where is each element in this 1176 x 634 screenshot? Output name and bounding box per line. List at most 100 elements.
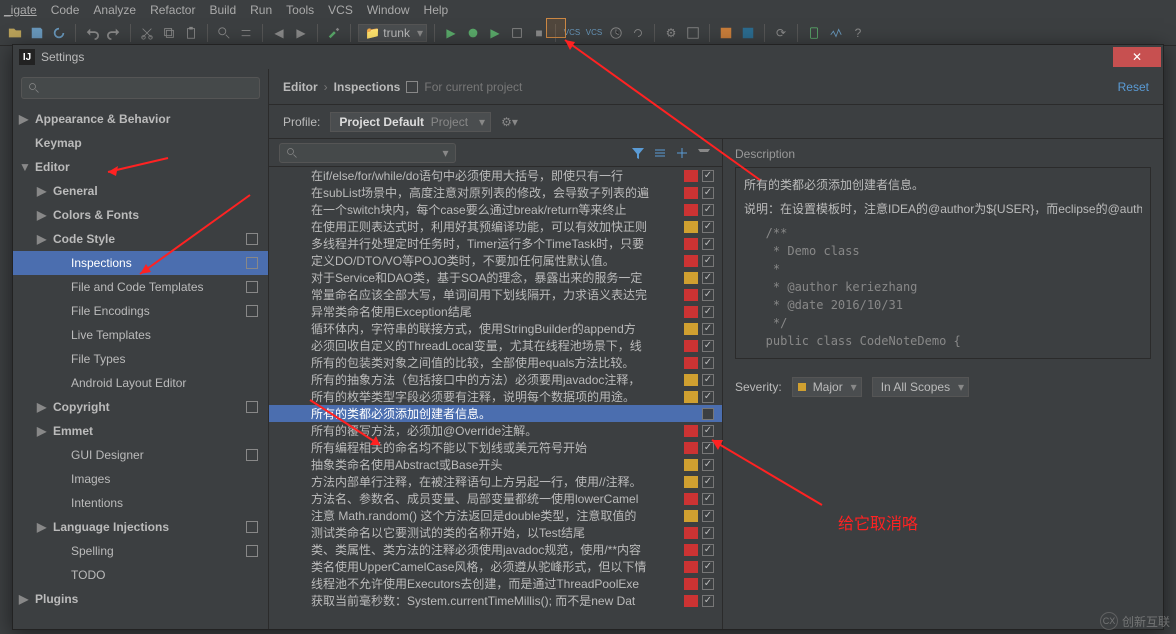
refresh-icon[interactable] (50, 24, 68, 42)
open-icon[interactable] (6, 24, 24, 42)
inspection-row[interactable]: 所有的包装类对象之间值的比较，全部使用equals方法比较。 (269, 354, 722, 371)
inspection-row[interactable]: 注意 Math.random() 这个方法返回是double类型，注意取值的 (269, 507, 722, 524)
nav-item-plugins[interactable]: ▶Plugins (13, 587, 268, 611)
crumb-editor[interactable]: Editor (283, 80, 318, 94)
nav-item-android-layout-editor[interactable]: Android Layout Editor (13, 371, 268, 395)
inspection-row[interactable]: 在subList场景中，高度注意对原列表的修改，会导致子列表的遍 (269, 184, 722, 201)
filter-icon[interactable] (630, 145, 646, 161)
inspection-checkbox[interactable] (702, 510, 714, 522)
inspection-row[interactable]: 所有的抽象方法（包括接口中的方法）必须要用javadoc注释， (269, 371, 722, 388)
inspection-checkbox[interactable] (702, 595, 714, 607)
inspection-checkbox[interactable] (702, 340, 714, 352)
inspection-checkbox[interactable] (702, 187, 714, 199)
profile-combo[interactable]: Project Default Project (330, 112, 491, 132)
menu-run[interactable]: Run (250, 3, 272, 17)
inspection-checkbox[interactable] (702, 306, 714, 318)
inspection-checkbox[interactable] (702, 272, 714, 284)
nav-item-code-style[interactable]: ▶Code Style (13, 227, 268, 251)
menu-refactor[interactable]: Refactor (150, 3, 195, 17)
nav-item-intentions[interactable]: Intentions (13, 491, 268, 515)
reset-link[interactable]: Reset (1118, 80, 1149, 94)
avd-icon[interactable] (805, 24, 823, 42)
menu-igate[interactable]: _igate (4, 3, 37, 17)
inspection-checkbox[interactable] (702, 357, 714, 369)
inspection-checkbox[interactable] (702, 374, 714, 386)
inspection-row[interactable]: 所有的覆写方法，必须加@Override注解。 (269, 422, 722, 439)
inspection-checkbox[interactable] (702, 255, 714, 267)
nav-item-emmet[interactable]: ▶Emmet (13, 419, 268, 443)
inspection-row[interactable]: 类名使用UpperCamelCase风格，必须遵从驼峰形式，但以下情 (269, 558, 722, 575)
inspection-checkbox[interactable] (702, 238, 714, 250)
nav-item-live-templates[interactable]: Live Templates (13, 323, 268, 347)
inspection-checkbox[interactable] (702, 493, 714, 505)
build-icon[interactable] (325, 24, 343, 42)
sync-icon[interactable]: ⟳ (772, 24, 790, 42)
inspection-row[interactable]: 所有编程相关的命名均不能以下划线或美元符号开始 (269, 439, 722, 456)
undo-icon[interactable] (83, 24, 101, 42)
nav-item-inspections[interactable]: Inspections (13, 251, 268, 275)
severity-combo[interactable]: Major (792, 377, 862, 397)
nav-item-todo[interactable]: TODO (13, 563, 268, 587)
inspection-checkbox[interactable] (702, 408, 714, 420)
run-icon[interactable]: ▶ (442, 24, 460, 42)
inspection-checkbox[interactable] (702, 459, 714, 471)
save-icon[interactable] (28, 24, 46, 42)
inspection-row[interactable]: 在一个switch块内，每个case要么通过break/return等来终止 (269, 201, 722, 218)
vcs-commit-icon[interactable]: VCS (585, 24, 603, 42)
inspection-checkbox[interactable] (702, 527, 714, 539)
sdk-icon[interactable] (684, 24, 702, 42)
inspection-row[interactable]: 方法内部单行注释，在被注释语句上方另起一行，使用//注释。 (269, 473, 722, 490)
nav-item-keymap[interactable]: Keymap (13, 131, 268, 155)
nav-item-gui-designer[interactable]: GUI Designer (13, 443, 268, 467)
close-button[interactable]: ✕ (1113, 47, 1161, 67)
nav-item-file-types[interactable]: File Types (13, 347, 268, 371)
inspection-checkbox[interactable] (702, 204, 714, 216)
inspection-checkbox[interactable] (702, 476, 714, 488)
inspection-checkbox[interactable] (702, 425, 714, 437)
inspection-row[interactable]: 线程池不允许使用Executors去创建，而是通过ThreadPoolExe (269, 575, 722, 592)
inspection-checkbox[interactable] (702, 561, 714, 573)
monitor-icon[interactable] (827, 24, 845, 42)
vcs-revert-icon[interactable] (629, 24, 647, 42)
inspection-row[interactable]: 异常类命名使用Exception结尾 (269, 303, 722, 320)
nav-item-editor[interactable]: ▼Editor (13, 155, 268, 179)
nav-item-file-and-code-templates[interactable]: File and Code Templates (13, 275, 268, 299)
settings-icon[interactable]: ⚙ (662, 24, 680, 42)
inspection-checkbox[interactable] (702, 442, 714, 454)
inspection-row[interactable]: 在if/else/for/while/do语句中必须使用大括号，即使只有一行 (269, 167, 722, 184)
nav-item-copyright[interactable]: ▶Copyright (13, 395, 268, 419)
coverage-icon[interactable]: ▶ (486, 24, 504, 42)
forward-icon[interactable]: ▶ (292, 24, 310, 42)
inspection-row[interactable]: 抽象类命名使用Abstract或Base开头 (269, 456, 722, 473)
replace-icon[interactable] (237, 24, 255, 42)
inspection-row[interactable]: 获取当前毫秒数：System.currentTimeMillis(); 而不是n… (269, 592, 722, 609)
menu-vcs[interactable]: VCS (328, 3, 353, 17)
profile-icon[interactable] (508, 24, 526, 42)
vcs-history-icon[interactable] (607, 24, 625, 42)
menu-help[interactable]: Help (424, 3, 449, 17)
menu-code[interactable]: Code (51, 3, 80, 17)
menu-analyze[interactable]: Analyze (93, 3, 136, 17)
inspection-checkbox[interactable] (702, 323, 714, 335)
inspection-checkbox[interactable] (702, 544, 714, 556)
branch-combo[interactable]: 📁 trunk (358, 24, 427, 42)
inspection-row[interactable]: 所有的枚举类型字段必须要有注释，说明每个数据项的用途。 (269, 388, 722, 405)
nav-item-appearance-behavior[interactable]: ▶Appearance & Behavior (13, 107, 268, 131)
inspection-row[interactable]: 常量命名应该全部大写，单词间用下划线隔开，力求语义表达完 (269, 286, 722, 303)
inspection-row[interactable]: 定义DO/DTO/VO等POJO类时，不要加任何属性默认值。 (269, 252, 722, 269)
inspection-row[interactable]: 方法名、参数名、成员变量、局部变量都统一使用lowerCamel (269, 490, 722, 507)
menu-tools[interactable]: Tools (286, 3, 314, 17)
scope-combo[interactable]: In All Scopes (872, 377, 969, 397)
cut-icon[interactable] (138, 24, 156, 42)
inspection-row[interactable]: 类、类属性、类方法的注释必须使用javadoc规范，使用/**内容 (269, 541, 722, 558)
inspection-row[interactable]: 必须回收自定义的ThreadLocal变量，尤其在线程池场景下，线 (269, 337, 722, 354)
menu-build[interactable]: Build (209, 3, 236, 17)
inspection-checkbox[interactable] (702, 391, 714, 403)
nav-item-images[interactable]: Images (13, 467, 268, 491)
copy-icon[interactable] (160, 24, 178, 42)
expand-icon[interactable] (652, 145, 668, 161)
nav-item-spelling[interactable]: Spelling (13, 539, 268, 563)
redo-icon[interactable] (105, 24, 123, 42)
nav-search-input[interactable] (21, 77, 260, 99)
inspection-checkbox[interactable] (702, 578, 714, 590)
